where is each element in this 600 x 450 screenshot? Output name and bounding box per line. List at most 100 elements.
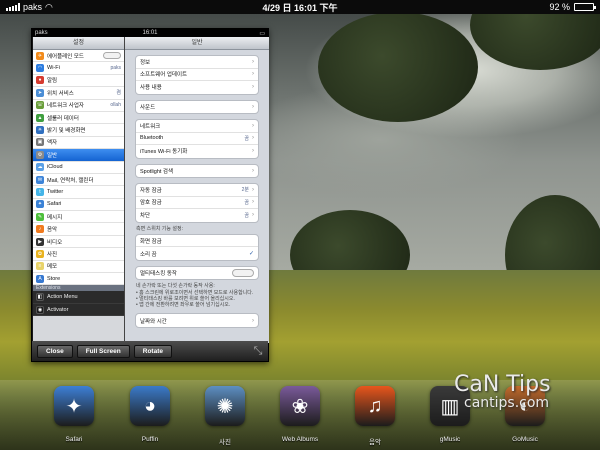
settings-row[interactable]: 자동 잠금 2분 ›: [136, 184, 258, 197]
switch-note: 측면 스위치 기능 설정:: [136, 225, 183, 232]
dock-app[interactable]: ✦ Safari: [48, 386, 100, 443]
dock-app-label: GoMusic: [512, 436, 538, 443]
multitask-note-line: • 앱 간에 전환하려면 좌우로 쓸어 넘기십시오.: [136, 302, 231, 309]
sidebar-item[interactable]: ♪ 음악: [33, 223, 124, 236]
side-switch-option[interactable]: 화면 잠금: [136, 235, 258, 248]
full-screen-button[interactable]: Full Screen: [76, 344, 130, 358]
sunflower-icon[interactable]: ✺: [205, 386, 245, 426]
sidebar-item-label: 사진: [47, 251, 58, 258]
chevron-right-icon: ›: [252, 167, 254, 174]
extension-item[interactable]: ◉ Activator: [33, 303, 124, 317]
general-pane: 일반 정보 › 소프트웨어 업데이트 › 사용 내용 › 사운드 › 네트워크 › Bluetoot…: [125, 37, 269, 343]
sidebar-item[interactable]: ≡ 메모: [33, 260, 124, 274]
sidebar-item[interactable]: ▣ 액자: [33, 136, 124, 150]
settings-row-label: Spotlight 검색: [140, 168, 174, 175]
settings-row-label: iTunes Wi-Fi 동기화: [140, 149, 188, 156]
settings-window[interactable]: paks 16:01 ▭ 설정 ✈ 에어플레인 모드 ◠ Wi-Fi paks ● 알림 ➤ 위…: [31, 28, 269, 362]
dock-app-label: 사진: [219, 439, 231, 446]
extension-item[interactable]: ◧ Action Menu: [33, 291, 124, 304]
store-icon: A: [36, 274, 44, 283]
chevron-right-icon: ›: [252, 135, 254, 142]
airplane-toggle[interactable]: [103, 52, 121, 60]
date-time-row[interactable]: 날짜와 시간 ›: [136, 314, 258, 327]
sidebar-item[interactable]: A Store: [33, 273, 124, 286]
pane-title: 일반: [125, 37, 269, 50]
sidebar-item-label: 에어플레인 모드: [47, 53, 84, 60]
multitask-toggle[interactable]: [232, 269, 254, 278]
sidebar-item[interactable]: ▲ 셀룰러 데이터: [33, 111, 124, 125]
settings-row[interactable]: 네트워크 ›: [136, 120, 258, 133]
settings-row[interactable]: Bluetooth 끔 ›: [136, 133, 258, 145]
sidebar-item[interactable]: ☏ 네트워크 사업자 ollah: [33, 99, 124, 112]
mail-icon: ✉: [36, 175, 44, 184]
action-menu-icon: ◧: [36, 293, 44, 302]
sidebar-item[interactable]: t Twitter: [33, 186, 124, 199]
notification-icon: ●: [36, 76, 44, 85]
settings-row[interactable]: 암호 잠금 끔 ›: [136, 197, 258, 209]
sidebar-item[interactable]: ⚙ 일반: [33, 149, 124, 162]
settings-row[interactable]: Spotlight 검색 ›: [136, 165, 258, 178]
dock-app[interactable]: ♫ 음악: [349, 386, 401, 446]
sidebar-item[interactable]: ✦ Safari: [33, 198, 124, 212]
date-time-label: 날짜와 시간: [140, 318, 167, 325]
sidebar-item-label: iCloud: [47, 164, 63, 171]
sidebar-item[interactable]: ● 알림: [33, 74, 124, 88]
settings-group: 네트워크 › Bluetooth 끔 › iTunes Wi-Fi 동기화 ›: [135, 119, 259, 159]
sidebar-item[interactable]: ◠ Wi-Fi paks: [33, 62, 124, 75]
sidebar-item-value: 켬: [116, 90, 121, 97]
compass-icon: ✦: [36, 200, 44, 209]
settings-row[interactable]: 사운드 ›: [136, 101, 258, 114]
settings-row[interactable]: iTunes Wi-Fi 동기화 ›: [136, 145, 258, 158]
dock-app-label: Safari: [65, 436, 83, 443]
sidebar-item-label: Wi-Fi: [47, 65, 60, 72]
sidebar-item[interactable]: ✉ Mail, 연락처, 캘린더: [33, 173, 124, 187]
puffin-icon[interactable]: ◕: [130, 386, 170, 426]
chevron-right-icon: ›: [252, 148, 254, 155]
sidebar-item-label: 네트워크 사업자: [47, 103, 84, 110]
side-switch-option[interactable]: 소리 끔 ✓: [136, 247, 258, 260]
checkmark-icon: ✓: [248, 251, 254, 258]
rotate-button[interactable]: Rotate: [133, 344, 172, 358]
sidebar-item-label: 비디오: [47, 239, 63, 246]
multitask-note-line: • 홈 스크린에 위로조이면서 선택하면 모드로 사용합니다.: [136, 289, 254, 296]
sidebar-item-label: 밝기 및 배경화면: [47, 128, 86, 135]
sidebar-item-label: 일반: [47, 152, 58, 159]
chevron-right-icon: ›: [252, 122, 254, 129]
sidebar-item[interactable]: ☀ 밝기 및 배경화면: [33, 124, 124, 137]
settings-row[interactable]: 정보 ›: [136, 56, 258, 69]
sidebar-item[interactable]: ✈ 에어플레인 모드: [33, 50, 124, 63]
settings-row-label: 암호 잠금: [140, 200, 162, 207]
settings-row[interactable]: 소프트웨어 업데이트 ›: [136, 69, 258, 81]
dock-app[interactable]: ✺ 사진: [199, 386, 251, 446]
sidebar-item-label: 위치 서비스: [47, 90, 74, 97]
dock-app-label: 음악: [369, 439, 381, 446]
settings-row-label: 정보: [140, 59, 151, 66]
multitask-row[interactable]: 멀티태스킹 동작: [136, 267, 258, 280]
chevron-right-icon: ›: [252, 103, 254, 110]
compass-icon[interactable]: ✦: [54, 386, 94, 426]
dock-app[interactable]: ◕ Puffin: [124, 386, 176, 443]
multitask-group: 멀티태스킹 동작: [135, 265, 259, 281]
sidebar-item[interactable]: ☁ iCloud: [33, 161, 124, 174]
dock-app[interactable]: ❀ Web Albums: [274, 386, 326, 443]
sidebar-item[interactable]: ✎ 메시지: [33, 211, 124, 224]
settings-group: 정보 › 소프트웨어 업데이트 › 사용 내용 ›: [135, 55, 259, 95]
flower-icon[interactable]: ❀: [280, 386, 320, 426]
settings-row[interactable]: 사용 내용 ›: [136, 81, 258, 94]
sidebar-list: ✈ 에어플레인 모드 ◠ Wi-Fi paks ● 알림 ➤ 위치 서비스 켬 ☏ 네트워크 사업자 o…: [33, 50, 124, 286]
dock-app-label: Puffin: [141, 436, 159, 443]
chevron-right-icon: ›: [252, 71, 254, 78]
sidebar-item[interactable]: ➤ 위치 서비스 켬: [33, 87, 124, 100]
sidebar-item-label: Twitter: [47, 188, 64, 195]
sidebar-title: 설정: [33, 37, 124, 50]
airplane-icon: ✈: [36, 51, 44, 60]
settings-row[interactable]: 차단 끔 ›: [136, 209, 258, 222]
music-note-icon[interactable]: ♫: [355, 386, 395, 426]
close-button[interactable]: Close: [37, 344, 73, 358]
settings-row-value: 2분: [241, 187, 249, 194]
battery-icon: [574, 3, 596, 11]
resize-icon[interactable]: ⤡: [251, 344, 265, 358]
sidebar-item[interactable]: ▶ 비디오: [33, 235, 124, 249]
watermark: CaN Tips cantips.com: [454, 372, 551, 411]
sidebar-item[interactable]: ✿ 사진: [33, 248, 124, 261]
